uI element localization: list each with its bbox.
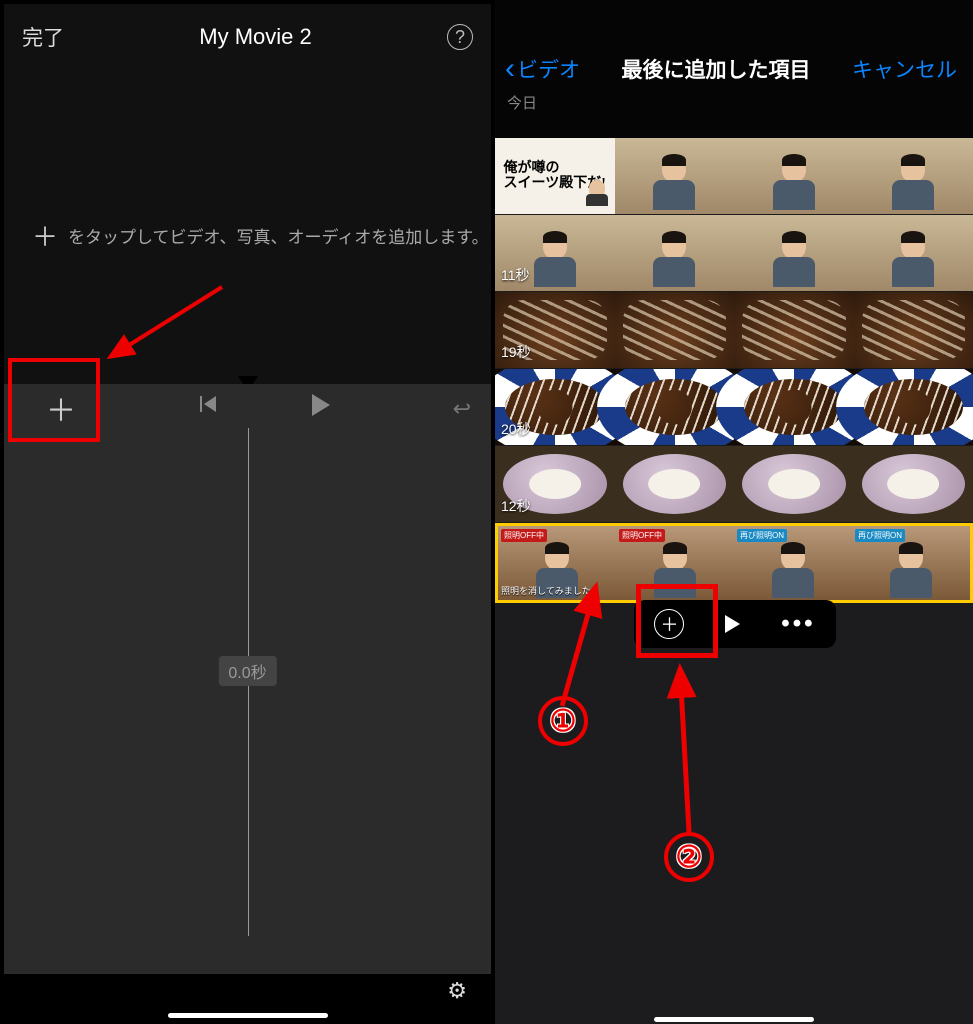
clip-thumb: 俺が噂の スイーツ殿下だ! [495, 138, 615, 214]
overlay-tag: 照明OFF中 [619, 529, 665, 542]
annotation-step-number: ② [664, 832, 714, 882]
overlay-tag: 再び照明ON [737, 529, 787, 542]
undo-icon: ↩ [453, 396, 471, 421]
annotation-arrow-icon [92, 279, 232, 379]
time-indicator: 0.0秒 [218, 656, 276, 686]
picker-title: 最後に追加した項目 [622, 54, 811, 84]
clip-thumb [615, 292, 735, 368]
home-indicator [654, 1017, 814, 1022]
preview-clip-button[interactable] [725, 615, 740, 633]
clip-row[interactable]: 11秒 [495, 215, 973, 291]
annotation-arrow-icon [532, 576, 612, 716]
clip-thumb [615, 138, 735, 214]
overlay-tag: 再び照明ON [855, 529, 905, 542]
clip-thumb: 再び照明ON [734, 526, 852, 600]
clip-duration: 20秒 [501, 419, 531, 439]
project-title: My Movie 2 [199, 24, 311, 50]
undo-button[interactable]: ↩ [453, 396, 471, 422]
clip-thumb [854, 138, 973, 214]
more-options-button[interactable]: ••• [781, 610, 815, 638]
empty-hint: ＋ をタップしてビデオ、写真、オーディオを追加します。 [4, 217, 483, 254]
play-button[interactable] [312, 394, 330, 416]
hint-text: をタップしてビデオ、写真、オーディオを追加します。 [68, 223, 489, 248]
preview-area: 完了 My Movie 2 ? ＋ をタップしてビデオ、写真、オーディオを追加し… [4, 4, 491, 384]
overlay-tag: 照明OFF中 [501, 529, 547, 542]
clip-thumb [854, 215, 973, 291]
clip-thumb [854, 446, 973, 522]
back-button[interactable]: ‹ ビデオ [505, 52, 580, 86]
clip-row[interactable]: 20秒 [495, 369, 973, 445]
chevron-left-icon: ‹ [505, 52, 515, 86]
clip-row[interactable]: 俺が噂の スイーツ殿下だ! [495, 138, 973, 214]
clip-thumb [854, 369, 973, 445]
clip-row[interactable]: 19秒 [495, 292, 973, 368]
skip-start-button[interactable] [204, 396, 216, 412]
clip-thumb: 再び照明ON [852, 526, 970, 600]
skip-start-icon [204, 396, 216, 412]
clip-duration: 19秒 [501, 342, 531, 362]
annotation-highlight-box [8, 358, 100, 442]
play-icon [312, 394, 330, 416]
media-picker-screen: ‹ ビデオ 最後に追加した項目 キャンセル 今日 俺が噂の スイーツ殿下だ! 1… [495, 0, 973, 1024]
cancel-button[interactable]: キャンセル [852, 54, 957, 84]
clip-thumb [615, 215, 735, 291]
help-icon[interactable]: ? [447, 24, 473, 50]
clip-duration: 12秒 [501, 496, 531, 516]
clip-row[interactable]: 12秒 [495, 446, 973, 522]
timeline-area: ↩ 0.0秒 [4, 384, 491, 976]
clip-thumb [734, 215, 854, 291]
clip-thumb [615, 446, 735, 522]
clip-duration: 11秒 [501, 265, 530, 285]
footer-bar: ⚙ [4, 974, 491, 1008]
imovie-editor-screen: 完了 My Movie 2 ? ＋ をタップしてビデオ、写真、オーディオを追加し… [0, 0, 495, 1024]
clip-thumb [734, 292, 854, 368]
clip-list: 俺が噂の スイーツ殿下だ! 11秒 19秒 [495, 138, 973, 604]
clip-thumb [734, 138, 854, 214]
clip-thumb [734, 446, 854, 522]
section-header: 今日 [495, 86, 973, 113]
gear-icon[interactable]: ⚙ [447, 978, 467, 1004]
annotation-highlight-box [636, 584, 718, 658]
home-indicator [168, 1013, 328, 1018]
plus-icon: ＋ [32, 217, 58, 254]
annotation-arrow-icon [644, 660, 714, 840]
done-button[interactable]: 完了 [22, 22, 64, 52]
clip-thumb [854, 292, 973, 368]
annotation-step-number: ① [538, 696, 588, 746]
timeline[interactable]: 0.0秒 [4, 428, 491, 976]
back-label: ビデオ [517, 54, 580, 84]
